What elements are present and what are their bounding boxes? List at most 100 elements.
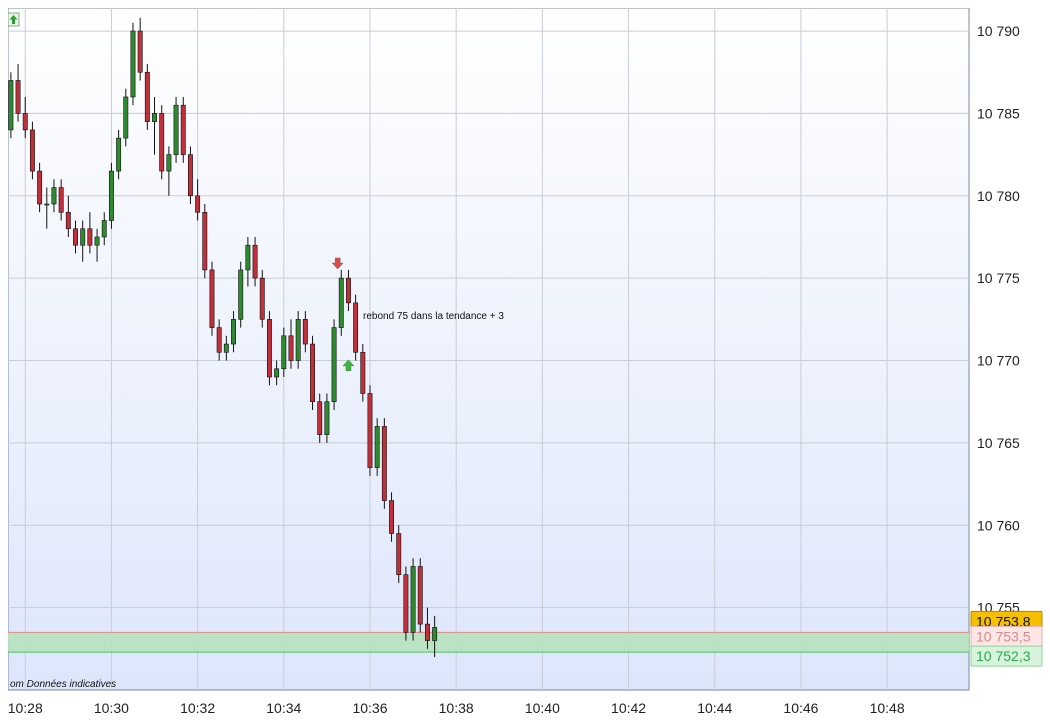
candle-body xyxy=(310,343,315,403)
candle xyxy=(108,162,114,229)
candle xyxy=(367,385,373,476)
chart-frame: 10 755 10 760 10 765 10 770 10 775 10 780 10 7… xyxy=(8,8,1044,718)
candle-body xyxy=(295,319,301,361)
candle-body xyxy=(389,500,394,534)
candle-body xyxy=(231,319,236,345)
candle xyxy=(8,72,14,139)
candle-body xyxy=(367,393,373,468)
candle-body xyxy=(266,319,272,378)
candle xyxy=(295,311,301,369)
candle xyxy=(396,525,402,583)
x-tick-label: 10:28 xyxy=(8,700,43,716)
y-tick-label: 10 765 xyxy=(977,435,1020,451)
candle xyxy=(259,269,265,328)
y-tick-label: 10 770 xyxy=(977,353,1020,369)
candle-body xyxy=(245,244,251,271)
candle-body xyxy=(432,627,438,641)
y-tick-label: 10 760 xyxy=(977,517,1020,533)
candle xyxy=(187,146,193,205)
annotation-text: rebond 75 dans la tendance + 3 xyxy=(363,311,504,322)
candle-body xyxy=(65,211,71,230)
price-marker-label: 10 752,3 xyxy=(976,648,1031,664)
price-markers: 10 753,810 753,510 752,3 xyxy=(970,610,1043,667)
candle xyxy=(209,261,215,336)
candle-body xyxy=(238,269,244,320)
candle xyxy=(410,558,416,641)
candle xyxy=(173,96,179,163)
candle-body xyxy=(29,129,35,172)
x-tick-label: 10:38 xyxy=(439,700,474,716)
candle-body xyxy=(51,187,57,205)
candle xyxy=(144,64,150,130)
x-tick-label: 10:32 xyxy=(180,700,215,716)
candle xyxy=(238,261,244,328)
candle-body xyxy=(87,228,93,246)
candle xyxy=(381,418,387,509)
x-tick-label: 10:48 xyxy=(870,700,905,716)
candle-body xyxy=(37,170,43,205)
candle-body xyxy=(80,228,86,246)
x-tick-label: 10:34 xyxy=(266,700,301,716)
candle xyxy=(29,121,35,180)
candle-body xyxy=(144,71,150,122)
candle-body xyxy=(15,80,21,114)
candle-body xyxy=(101,220,107,238)
y-tick-label: 10 775 xyxy=(977,270,1020,286)
candle-body xyxy=(374,426,380,468)
x-tick-label: 10:44 xyxy=(697,700,732,716)
candle-body xyxy=(137,30,143,73)
candle-body xyxy=(58,187,64,213)
candle xyxy=(123,88,129,147)
candle-body xyxy=(403,574,409,633)
candle-body xyxy=(195,195,201,213)
candle-body xyxy=(216,327,222,353)
candle xyxy=(353,294,359,361)
candle-body xyxy=(360,351,366,394)
candle-body xyxy=(202,211,208,271)
x-tick-label: 10:46 xyxy=(783,700,818,716)
candle-body xyxy=(166,154,172,172)
candle-body xyxy=(353,302,359,353)
candle-body xyxy=(396,533,402,575)
x-tick-label: 10:36 xyxy=(352,700,387,716)
candle-body xyxy=(8,80,14,131)
candle-body xyxy=(187,154,193,197)
candle-body xyxy=(159,113,165,172)
candle-body xyxy=(44,203,50,206)
candle xyxy=(159,105,165,180)
spread-band-fill xyxy=(8,632,969,653)
x-tick-label: 10:40 xyxy=(525,700,560,716)
candle-body xyxy=(417,566,423,625)
candle xyxy=(310,335,315,410)
candle-body xyxy=(94,236,100,246)
candle xyxy=(130,22,136,106)
candle-body xyxy=(130,30,136,98)
candle-body xyxy=(180,104,186,155)
candle-body xyxy=(410,566,416,633)
price-marker-label: 10 753,5 xyxy=(976,628,1031,644)
x-tick-label: 10:42 xyxy=(611,700,646,716)
plot-background xyxy=(8,8,970,691)
candle-body xyxy=(381,426,387,501)
price-chart[interactable]: 10 75510 76010 76510 77010 77510 78010 7… xyxy=(8,8,1044,718)
candle-body xyxy=(338,277,344,328)
green-up-arrow-icon[interactable] xyxy=(8,12,20,27)
candle-body xyxy=(424,623,430,641)
x-tick-label: 10:30 xyxy=(94,700,129,716)
spread-band xyxy=(8,631,969,653)
candle-body xyxy=(173,104,179,155)
candle-body xyxy=(209,269,215,328)
candle-body xyxy=(259,277,265,320)
candle-body xyxy=(123,96,129,139)
candle xyxy=(403,566,409,641)
watermark-text: om Données indicatives xyxy=(10,679,116,690)
candle-body xyxy=(331,327,337,403)
candle-body xyxy=(274,368,280,378)
y-tick-label: 10 785 xyxy=(977,105,1020,121)
candle-body xyxy=(73,228,78,246)
price-marker-ask: 10 753,5 xyxy=(970,625,1043,647)
price-marker-bid: 10 752,3 xyxy=(970,645,1043,667)
candle-body xyxy=(116,137,122,172)
candle-body xyxy=(252,244,258,279)
candle xyxy=(266,311,272,386)
